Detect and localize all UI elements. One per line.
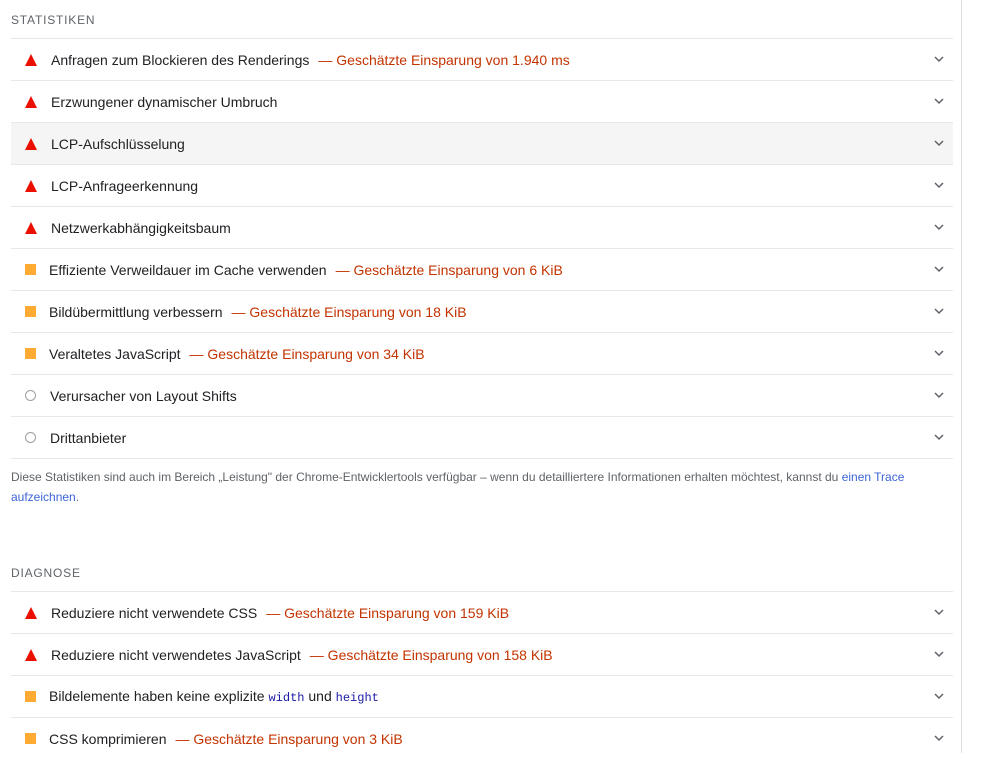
note-text: Diese Statistiken sind auch im Bereich „… — [11, 470, 842, 484]
audit-title: Verursacher von Layout Shifts — [50, 387, 237, 404]
gray-circle-icon — [25, 432, 36, 443]
audit-title: Bildelemente haben keine explizite width… — [49, 688, 379, 705]
red-triangle-icon — [25, 606, 37, 619]
audit-savings: — Geschätzte Einsparung von 6 KiB — [335, 261, 563, 278]
audit-savings: — Geschätzte Einsparung von 1.940 ms — [318, 51, 570, 68]
audit-row-unsized-images[interactable]: Bildelemente haben keine explizite width… — [11, 675, 953, 717]
audit-title: Reduziere nicht verwendetes JavaScript — [51, 646, 301, 663]
audit-row-render-blocking[interactable]: Anfragen zum Blockieren des Renderings —… — [11, 38, 953, 80]
orange-square-icon — [25, 306, 36, 317]
code-height: height — [335, 691, 379, 705]
chevron-down-icon[interactable] — [933, 221, 945, 233]
statistiken-audit-list: Anfragen zum Blockieren des Renderings —… — [11, 38, 953, 459]
audit-row-network-dependency-tree[interactable]: Netzwerkabhängigkeitsbaum — [11, 206, 953, 248]
chevron-down-icon[interactable] — [933, 179, 945, 191]
audit-title: Veraltetes JavaScript — [49, 345, 181, 362]
chevron-down-icon[interactable] — [933, 53, 945, 65]
lighthouse-report-panel: STATISTIKEN Anfragen zum Blockieren des … — [0, 0, 962, 753]
audit-row-image-delivery[interactable]: Bildübermittlung verbessern — Geschätzte… — [11, 290, 953, 332]
chevron-down-icon[interactable] — [933, 431, 945, 443]
chevron-down-icon[interactable] — [933, 389, 945, 401]
audit-savings: — Geschätzte Einsparung von 159 KiB — [266, 604, 510, 621]
red-triangle-icon — [25, 221, 37, 234]
audit-title: Erzwungener dynamischer Umbruch — [51, 93, 278, 110]
chevron-down-icon[interactable] — [933, 137, 945, 149]
audit-title: Drittanbieter — [50, 429, 127, 446]
audit-row-cache-ttl[interactable]: Effiziente Verweildauer im Cache verwend… — [11, 248, 953, 290]
audit-row-lcp-request-discovery[interactable]: LCP-Anfrageerkennung — [11, 164, 953, 206]
audit-title: LCP-Anfrageerkennung — [51, 177, 199, 194]
audit-savings: — Geschätzte Einsparung von 3 KiB — [175, 730, 403, 747]
audit-savings: — Geschätzte Einsparung von 34 KiB — [189, 345, 425, 362]
diagnose-audit-list: Reduziere nicht verwendete CSS — Geschät… — [11, 591, 953, 759]
red-triangle-icon — [25, 137, 37, 150]
audit-row-layout-shift-culprits[interactable]: Verursacher von Layout Shifts — [11, 374, 953, 416]
audit-title: Anfragen zum Blockieren des Renderings — [51, 51, 310, 68]
chevron-down-icon[interactable] — [933, 732, 945, 744]
chevron-down-icon[interactable] — [933, 648, 945, 660]
audit-title: Effiziente Verweildauer im Cache verwend… — [49, 261, 327, 278]
audit-row-unused-css[interactable]: Reduziere nicht verwendete CSS — Geschät… — [11, 591, 953, 633]
red-triangle-icon — [25, 95, 37, 108]
orange-square-icon — [25, 733, 36, 744]
gray-circle-icon — [25, 390, 36, 401]
chevron-down-icon[interactable] — [933, 606, 945, 618]
chevron-down-icon[interactable] — [933, 305, 945, 317]
chevron-down-icon[interactable] — [933, 690, 945, 702]
audit-row-lcp-breakdown[interactable]: LCP-Aufschlüsselung — [11, 122, 953, 164]
note-end: . — [75, 490, 80, 504]
audit-title: Reduziere nicht verwendete CSS — [51, 604, 258, 621]
audit-title-part1: Bildelemente haben keine explizite — [49, 688, 269, 704]
section-header-diagnose: DIAGNOSE — [11, 566, 81, 580]
orange-square-icon — [25, 348, 36, 359]
audit-row-unused-javascript[interactable]: Reduziere nicht verwendetes JavaScript —… — [11, 633, 953, 675]
audit-savings: — Geschätzte Einsparung von 18 KiB — [231, 303, 467, 320]
audit-row-forced-reflow[interactable]: Erzwungener dynamischer Umbruch — [11, 80, 953, 122]
chevron-down-icon[interactable] — [933, 95, 945, 107]
audit-row-third-parties[interactable]: Drittanbieter — [11, 416, 953, 459]
orange-square-icon — [25, 691, 36, 702]
statistiken-note: Diese Statistiken sind auch im Bereich „… — [11, 467, 946, 507]
audit-row-legacy-javascript[interactable]: Veraltetes JavaScript — Geschätzte Einsp… — [11, 332, 953, 374]
audit-title: LCP-Aufschlüsselung — [51, 135, 185, 152]
audit-savings: — Geschätzte Einsparung von 158 KiB — [309, 646, 553, 663]
audit-title: Bildübermittlung verbessern — [49, 303, 223, 320]
red-triangle-icon — [25, 53, 37, 66]
audit-title-part2: und — [304, 688, 336, 704]
chevron-down-icon[interactable] — [933, 347, 945, 359]
red-triangle-icon — [25, 648, 37, 661]
orange-square-icon — [25, 264, 36, 275]
chevron-down-icon[interactable] — [933, 263, 945, 275]
red-triangle-icon — [25, 179, 37, 192]
code-width: width — [268, 691, 305, 705]
section-header-statistiken: STATISTIKEN — [11, 13, 96, 27]
audit-title: Netzwerkabhängigkeitsbaum — [51, 219, 231, 236]
audit-title: CSS komprimieren — [49, 730, 167, 747]
